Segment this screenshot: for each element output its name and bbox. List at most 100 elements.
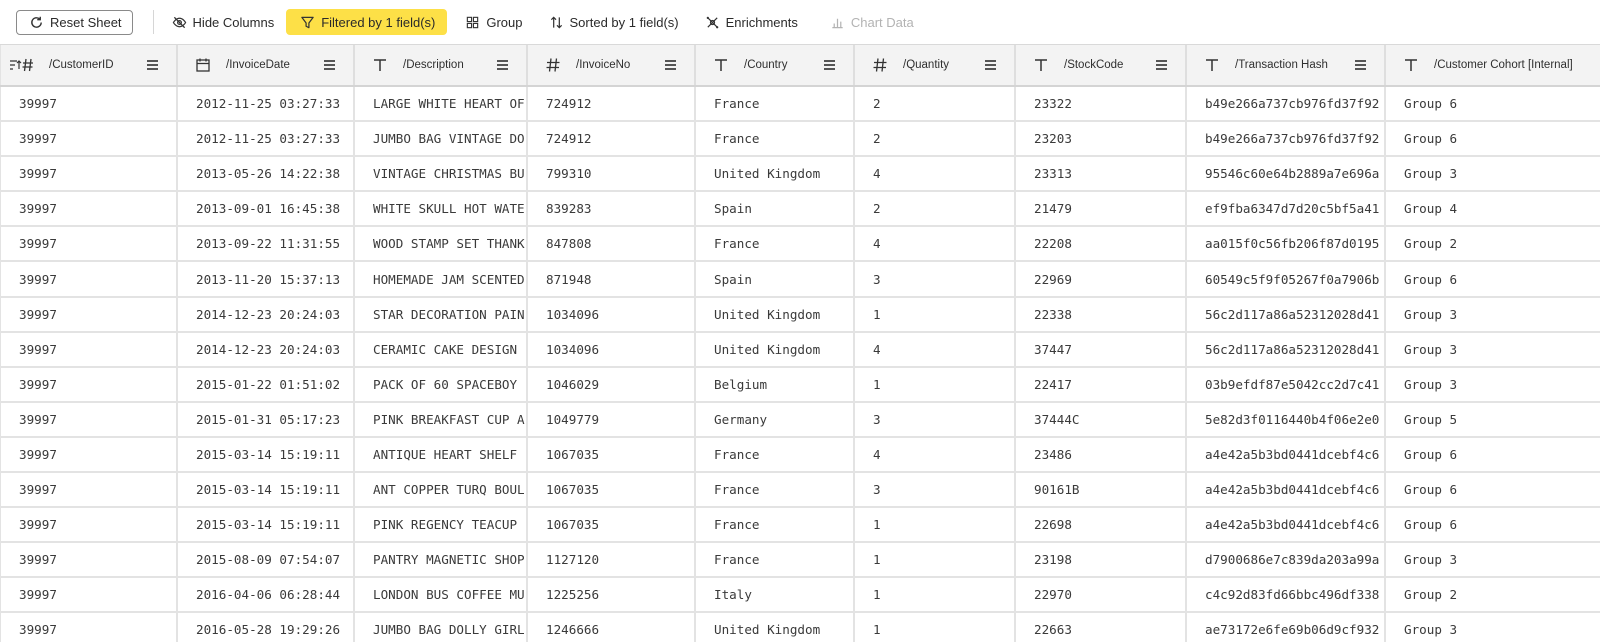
column-header-customer-cohort[interactable]: /Customer Cohort [Internal] [1386,45,1600,85]
cell-country[interactable]: Germany [696,402,855,436]
cell-invoiceno[interactable]: 871948 [528,262,696,296]
column-menu-icon[interactable] [324,60,335,72]
cell-invoiceno[interactable]: 724912 [528,122,696,156]
cell-description[interactable]: ANTIQUE HEART SHELF [355,437,528,472]
cell-country[interactable]: Spain [696,262,855,296]
cell-quantity[interactable]: 3 [855,402,1016,436]
cell-stockcode[interactable]: 22970 [1016,578,1187,612]
table-row[interactable]: 39997 2013-05-26 14:22:38 VINTAGE CHRISTMA… [0,157,1600,193]
cell-stockcode[interactable]: 21479 [1016,192,1187,226]
cell-description[interactable]: WHITE SKULL HOT WATE [355,192,528,226]
cell-customer-cohort[interactable]: Group 2 [1386,578,1600,611]
table-row[interactable]: 39997 2013-09-22 11:31:55 WOOD STAMP SET T… [0,227,1600,263]
column-header-quantity[interactable]: /Quantity [855,45,1016,85]
cell-description[interactable]: WOOD STAMP SET THANK [355,227,528,261]
cell-description[interactable]: JUMBO BAG VINTAGE DO [355,122,528,156]
cell-invoiceno[interactable]: 1067035 [528,508,696,542]
cell-customer-cohort[interactable]: Group 3 [1386,298,1600,331]
table-row[interactable]: 39997 2012-11-25 03:27:33 JUMBO BAG VINTAG… [0,122,1600,158]
cell-transaction-hash[interactable]: ae73172e6fe69b06d9cf932 [1187,613,1386,642]
sort-button[interactable]: Sorted by 1 field(s) [549,9,679,35]
cell-description[interactable]: HOMEMADE JAM SCENTED [355,262,528,296]
cell-customerid[interactable]: 39997 [0,508,178,542]
cell-transaction-hash[interactable]: 03b9efdf87e5042cc2d7c41 [1187,367,1386,401]
cell-customerid[interactable]: 39997 [0,227,178,261]
cell-customer-cohort[interactable]: Group 6 [1386,508,1600,541]
cell-invoicedate[interactable]: 2015-01-22 01:51:02 [178,367,355,401]
table-row[interactable]: 39997 2015-01-22 01:51:02 PACK OF 60 SPACE… [0,367,1600,403]
cell-transaction-hash[interactable]: aa015f0c56fb206f87d0195 [1187,227,1386,261]
table-row[interactable]: 39997 2014-12-23 20:24:03 CERAMIC CAKE DES… [0,332,1600,368]
cell-invoiceno[interactable]: 1034096 [528,297,696,331]
table-row[interactable]: 39997 2015-08-09 07:54:07 PANTRY MAGNETIC … [0,543,1600,579]
group-button[interactable]: Group [465,9,523,35]
cell-customer-cohort[interactable]: Group 6 [1386,438,1600,471]
cell-description[interactable]: PINK BREAKFAST CUP A [355,402,528,436]
table-row[interactable]: 39997 2015-03-14 15:19:11 ANTIQUE HEART SH… [0,437,1600,474]
cell-customerid[interactable]: 39997 [0,157,178,191]
column-header-invoiceno[interactable]: /InvoiceNo [528,45,696,85]
cell-country[interactable]: Belgium [696,367,855,401]
cell-transaction-hash[interactable]: b49e266a737cb976fd37f92 [1187,122,1386,156]
cell-quantity[interactable]: 2 [855,192,1016,226]
cell-description[interactable]: LONDON BUS COFFEE MU [355,578,528,612]
cell-stockcode[interactable]: 22663 [1016,613,1187,642]
chart-data-button[interactable]: Chart Data [830,9,914,35]
cell-country[interactable]: United Kingdom [696,157,855,191]
column-menu-icon[interactable] [1355,60,1366,72]
cell-customer-cohort[interactable]: Group 3 [1386,613,1600,642]
cell-stockcode[interactable]: 23322 [1016,87,1187,121]
cell-quantity[interactable]: 3 [855,262,1016,296]
cell-customer-cohort[interactable]: Group 3 [1386,333,1600,366]
cell-customerid[interactable]: 39997 [0,613,178,642]
column-menu-icon[interactable] [665,60,676,72]
cell-transaction-hash[interactable]: 95546c60e64b2889a7e696a [1187,157,1386,191]
cell-transaction-hash[interactable]: b49e266a737cb976fd37f92 [1187,87,1386,121]
cell-invoiceno[interactable]: 1049779 [528,402,696,436]
cell-invoicedate[interactable]: 2013-11-20 15:37:13 [178,262,355,296]
cell-invoiceno[interactable]: 1225256 [528,578,696,612]
cell-customerid[interactable]: 39997 [0,402,178,436]
cell-country[interactable]: France [696,87,855,121]
cell-customerid[interactable]: 39997 [0,297,178,331]
hide-columns-button[interactable]: Hide Columns [172,9,274,35]
cell-description[interactable]: STAR DECORATION PAIN [355,297,528,331]
cell-stockcode[interactable]: 22338 [1016,297,1187,331]
cell-quantity[interactable]: 1 [855,613,1016,642]
cell-customer-cohort[interactable]: Group 2 [1386,227,1600,260]
cell-transaction-hash[interactable]: c4c92d83fd66bbc496df338 [1187,578,1386,612]
cell-invoicedate[interactable]: 2015-01-31 05:17:23 [178,402,355,436]
cell-stockcode[interactable]: 22417 [1016,367,1187,401]
cell-customerid[interactable]: 39997 [0,192,178,226]
cell-transaction-hash[interactable]: 5e82d3f0116440b4f06e2e0 [1187,402,1386,436]
cell-country[interactable]: United Kingdom [696,297,855,331]
cell-invoiceno[interactable]: 847808 [528,227,696,261]
cell-stockcode[interactable]: 22698 [1016,508,1187,542]
column-header-invoicedate[interactable]: /InvoiceDate [178,45,355,85]
cell-customerid[interactable]: 39997 [0,437,178,472]
column-header-description[interactable]: /Description [355,45,528,85]
cell-invoiceno[interactable]: 1067035 [528,437,696,472]
cell-invoicedate[interactable]: 2015-03-14 15:19:11 [178,473,355,507]
cell-quantity[interactable]: 1 [855,297,1016,331]
table-row[interactable]: 39997 2013-11-20 15:37:13 HOMEMADE JAM SCE… [0,262,1600,298]
cell-quantity[interactable]: 4 [855,437,1016,472]
cell-quantity[interactable]: 4 [855,227,1016,261]
cell-transaction-hash[interactable]: a4e42a5b3bd0441dcebf4c6 [1187,508,1386,542]
cell-quantity[interactable]: 1 [855,367,1016,401]
table-row[interactable]: 39997 2015-01-31 05:17:23 PINK BREAKFAST C… [0,402,1600,438]
cell-customer-cohort[interactable]: Group 4 [1386,192,1600,225]
cell-invoicedate[interactable]: 2015-03-14 15:19:11 [178,508,355,542]
cell-invoicedate[interactable]: 2015-08-09 07:54:07 [178,543,355,577]
table-row[interactable]: 39997 2012-11-25 03:27:33 LARGE WHITE HEAR… [0,87,1600,123]
cell-customerid[interactable]: 39997 [0,87,178,121]
cell-transaction-hash[interactable]: a4e42a5b3bd0441dcebf4c6 [1187,437,1386,472]
cell-stockcode[interactable]: 22969 [1016,262,1187,296]
cell-stockcode[interactable]: 23198 [1016,543,1187,577]
cell-description[interactable]: PACK OF 60 SPACEBOY [355,367,528,401]
cell-customerid[interactable]: 39997 [0,543,178,577]
cell-stockcode[interactable]: 90161B [1016,473,1187,507]
cell-customer-cohort[interactable]: Group 6 [1386,473,1600,506]
cell-description[interactable]: VINTAGE CHRISTMAS BU [355,157,528,191]
cell-customer-cohort[interactable]: Group 3 [1386,543,1600,576]
